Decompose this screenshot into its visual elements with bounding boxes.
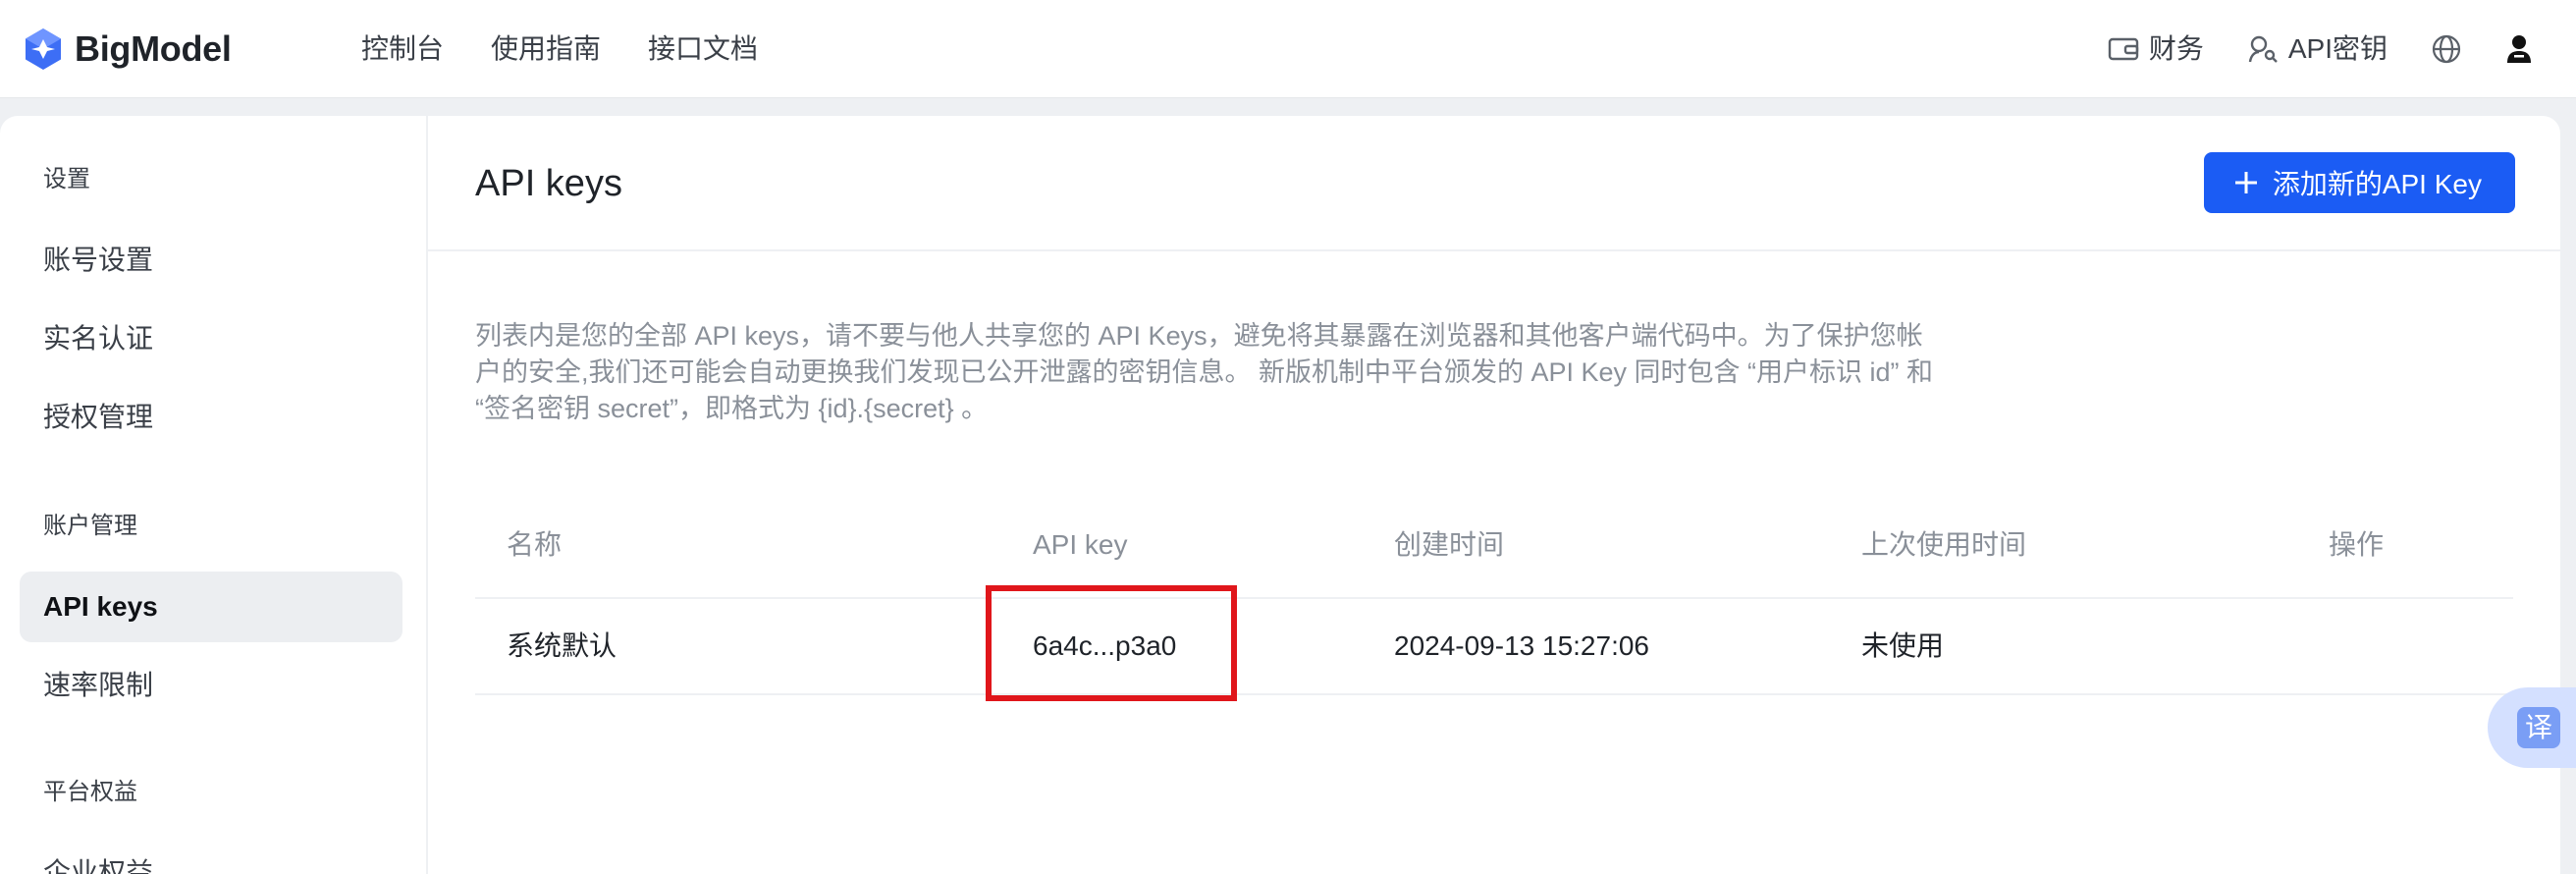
- translate-icon: 译: [2517, 707, 2560, 748]
- api-key-link[interactable]: API密钥: [2247, 29, 2388, 69]
- cell-api-key[interactable]: 6a4c...p3a0: [1033, 599, 1176, 693]
- sidebar-item-authorization[interactable]: 授权管理: [20, 382, 402, 453]
- page-title: API keys: [475, 163, 622, 204]
- user-menu-button[interactable]: [2505, 33, 2533, 65]
- sidebar-item-account-settings[interactable]: 账号设置: [20, 225, 402, 296]
- nav-api-docs[interactable]: 接口文档: [648, 29, 758, 69]
- page-header: API keys 添加新的API Key: [428, 116, 2560, 251]
- nav-console[interactable]: 控制台: [361, 29, 444, 69]
- sidebar-item-real-name[interactable]: 实名认证: [20, 303, 402, 374]
- wallet-icon: [2108, 37, 2139, 61]
- plus-icon: [2234, 172, 2257, 193]
- column-header-created: 创建时间: [1394, 529, 1505, 560]
- cell-created: 2024-09-13 15:27:06: [1394, 630, 1649, 661]
- sidebar-group-benefits: 平台权益: [43, 779, 137, 805]
- table-header: 名称 API key 创建时间 上次使用时间 操作: [475, 491, 2513, 599]
- api-keys-description: 列表内是您的全部 API keys，请不要与他人共享您的 API Keys，避免…: [475, 321, 1934, 423]
- main-nav: 控制台 使用指南 接口文档: [361, 29, 758, 69]
- column-header-actions: 操作: [2329, 529, 2385, 560]
- translate-button[interactable]: 译: [2488, 687, 2576, 768]
- logo[interactable]: BigModel: [24, 26, 232, 73]
- key-person-icon: [2248, 35, 2278, 63]
- sidebar-group-settings: 设置: [43, 166, 90, 192]
- add-api-key-button[interactable]: 添加新的API Key: [2203, 152, 2515, 213]
- api-keys-table: 名称 API key 创建时间 上次使用时间 操作 系统默认 6a4c...p3…: [475, 491, 2513, 701]
- bigmodel-logo-icon: [26, 28, 61, 70]
- settings-sidebar: 设置 账号设置 实名认证 授权管理 账户管理 API keys 速率限制 平台权…: [0, 116, 426, 874]
- sidebar-item-rate-limit[interactable]: 速率限制: [20, 650, 402, 721]
- globe-icon: [2432, 34, 2461, 64]
- cell-last-used: 未使用: [1861, 630, 1945, 661]
- logo-text: BigModel: [75, 28, 232, 69]
- sidebar-group-account: 账户管理: [43, 513, 137, 539]
- finance-label: 财务: [2148, 33, 2204, 64]
- cell-name: 系统默认: [507, 630, 617, 661]
- table-row: 系统默认 6a4c...p3a0 2024-09-13 15:27:06 未使用: [475, 585, 2513, 701]
- column-header-api-key: API key: [1033, 529, 1128, 560]
- topbar-actions: 财务 API密钥: [2108, 29, 2533, 69]
- add-api-key-label: 添加新的API Key: [2272, 169, 2482, 199]
- sidebar-item-api-keys[interactable]: API keys: [20, 572, 402, 642]
- column-header-name: 名称: [507, 529, 563, 560]
- language-button[interactable]: [2431, 33, 2462, 65]
- user-icon: [2507, 35, 2531, 63]
- sidebar-item-enterprise[interactable]: 企业权益: [20, 838, 402, 874]
- finance-link[interactable]: 财务: [2108, 29, 2204, 69]
- main-panel: API keys 添加新的API Key 列表内是您的全部 API keys，请…: [428, 116, 2560, 874]
- api-key-label: API密钥: [2287, 33, 2388, 64]
- nav-guide[interactable]: 使用指南: [491, 29, 601, 69]
- column-header-last-used: 上次使用时间: [1861, 529, 2027, 560]
- top-navbar: BigModel 控制台 使用指南 接口文档 财务 API密钥: [0, 0, 2576, 98]
